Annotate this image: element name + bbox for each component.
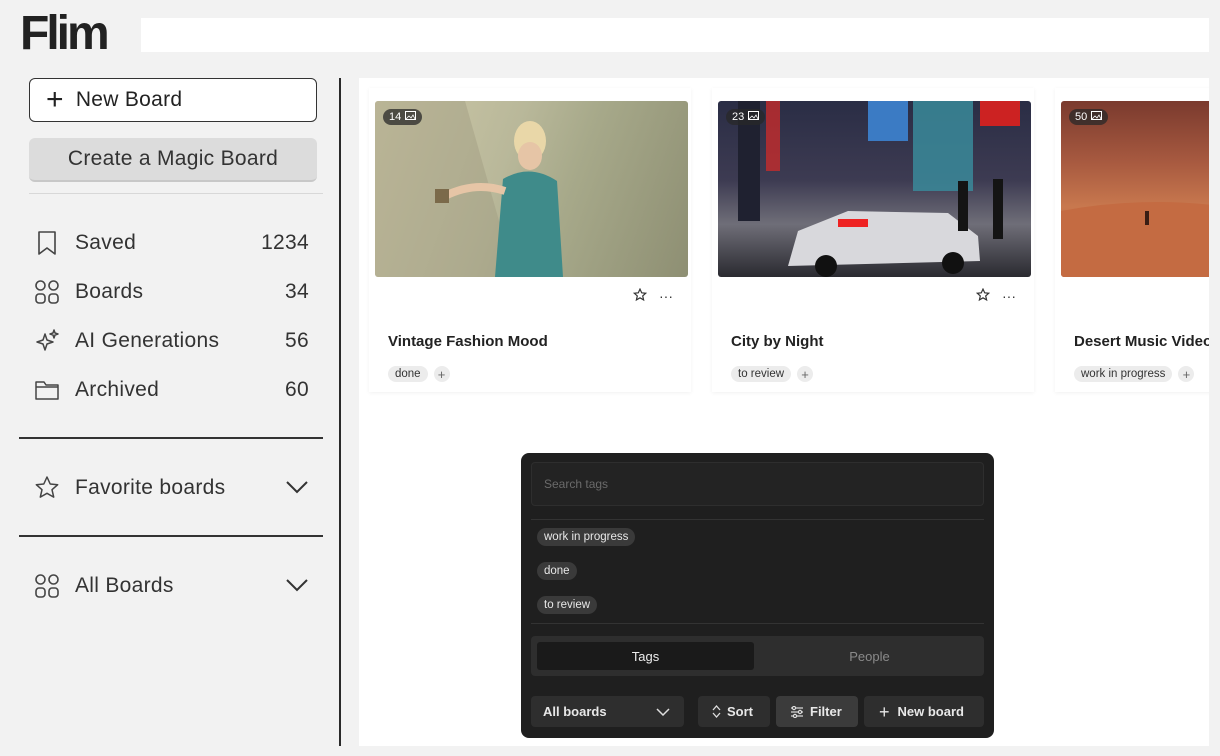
star-icon[interactable]	[975, 287, 991, 305]
board-tags: to review +	[731, 366, 814, 382]
favorite-boards-section[interactable]: Favorite boards	[33, 471, 309, 505]
all-boards-section[interactable]: All Boards	[33, 569, 309, 603]
divider	[29, 193, 323, 194]
divider	[531, 519, 984, 520]
divider	[531, 623, 984, 624]
create-magic-board-button[interactable]: Create a Magic Board	[29, 138, 317, 182]
divider	[19, 437, 323, 439]
sidebar-item-saved[interactable]: Saved 1234	[33, 228, 309, 258]
board-tags: done +	[388, 366, 450, 382]
board-title[interactable]: Desert Music Video	[1074, 333, 1209, 350]
plus-icon: +	[46, 83, 64, 116]
tag[interactable]: to review	[731, 366, 792, 382]
image-count-badge: 50	[1069, 109, 1109, 125]
sidebar-item-label: AI Generations	[75, 329, 220, 352]
board-title[interactable]: Vintage Fashion Mood	[388, 333, 548, 350]
add-tag-icon[interactable]: +	[433, 366, 450, 382]
sidebar-item-count: 56	[285, 329, 309, 352]
more-options-icon[interactable]: ···	[1002, 288, 1016, 305]
board-thumbnail[interactable]: 14	[375, 101, 688, 277]
sidebar-item-label: Saved	[75, 231, 137, 254]
image-count-badge: 14	[383, 109, 423, 125]
all-boards-label: All Boards	[75, 574, 174, 597]
divider	[19, 535, 323, 537]
image-icon	[405, 111, 417, 123]
image-count-badge: 23	[726, 109, 766, 125]
sidebar-item-boards[interactable]: Boards 34	[33, 277, 309, 307]
more-options-icon[interactable]: ···	[659, 288, 673, 305]
plus-icon: +	[879, 701, 890, 722]
new-board-button[interactable]: + New Board	[29, 78, 317, 122]
chevron-down-icon[interactable]	[285, 574, 309, 598]
all-boards-dropdown[interactable]: All boards	[531, 696, 684, 727]
filter-button[interactable]: Filter	[776, 696, 858, 727]
tag-filter-popup: Search tags work in progress done to rev…	[521, 453, 994, 738]
image-count: 50	[1075, 111, 1088, 123]
grid-icon	[33, 278, 61, 306]
sidebar-item-archived[interactable]: Archived 60	[33, 375, 309, 405]
new-board-popup-button[interactable]: + New board	[864, 696, 984, 727]
tag[interactable]: work in progress	[1074, 366, 1173, 382]
sidebar-item-count: 34	[285, 280, 309, 303]
sidebar-item-count: 60	[285, 378, 309, 401]
tag-option[interactable]: done	[537, 562, 577, 580]
all-boards-dropdown-label: All boards	[543, 704, 607, 719]
tag-option[interactable]: to review	[537, 596, 598, 614]
card-actions: ···	[632, 287, 673, 305]
board-card[interactable]: 50 ··· Desert Music Video work in progre…	[1055, 88, 1209, 392]
sparkles-icon	[33, 327, 61, 355]
tab-people[interactable]: People	[761, 642, 978, 670]
star-icon	[33, 474, 61, 502]
add-tag-icon[interactable]: +	[797, 366, 814, 382]
add-tag-icon[interactable]: +	[1178, 366, 1195, 382]
board-title[interactable]: City by Night	[731, 333, 824, 350]
chevron-down-icon[interactable]	[285, 476, 309, 500]
image-count: 14	[389, 111, 402, 123]
top-search-bar[interactable]	[141, 18, 1209, 52]
star-icon[interactable]	[632, 287, 648, 305]
chevron-down-icon	[656, 707, 670, 716]
sort-icon	[712, 705, 721, 718]
board-thumbnail[interactable]: 23	[718, 101, 1031, 277]
sidebar-item-label: Archived	[75, 378, 160, 401]
search-tags-input[interactable]: Search tags	[531, 462, 984, 506]
new-board-label: New Board	[75, 88, 183, 111]
card-actions: ···	[975, 287, 1016, 305]
tab-tags[interactable]: Tags	[537, 642, 754, 670]
sidebar-divider	[339, 78, 341, 746]
sidebar-item-ai-generations[interactable]: AI Generations 56	[33, 326, 309, 356]
board-tags: work in progress +	[1074, 366, 1195, 382]
board-card[interactable]: 23 ··· City by Night to review +	[712, 88, 1034, 392]
sliders-icon	[790, 705, 804, 718]
bookmark-icon	[33, 229, 61, 257]
tag-option[interactable]: work in progress	[537, 528, 636, 546]
filter-label: Filter	[810, 704, 842, 719]
sort-button[interactable]: Sort	[698, 696, 770, 727]
tag[interactable]: done	[388, 366, 428, 382]
favorite-boards-label: Favorite boards	[75, 476, 226, 499]
image-icon	[1091, 111, 1103, 123]
sort-label: Sort	[727, 704, 753, 719]
sidebar-item-label: Boards	[75, 280, 144, 303]
image-icon	[748, 111, 760, 123]
new-board-popup-label: New board	[897, 704, 964, 719]
board-thumbnail[interactable]: 50	[1061, 101, 1209, 277]
popup-tabs: Tags People	[531, 636, 984, 676]
grid-icon	[33, 572, 61, 600]
sidebar-item-count: 1234	[261, 231, 309, 254]
image-count: 23	[732, 111, 745, 123]
folder-icon	[33, 376, 61, 404]
flim-logo[interactable]: Flim	[20, 10, 110, 58]
board-card[interactable]: 14 ··· Vintage Fashion Mood done +	[369, 88, 691, 392]
